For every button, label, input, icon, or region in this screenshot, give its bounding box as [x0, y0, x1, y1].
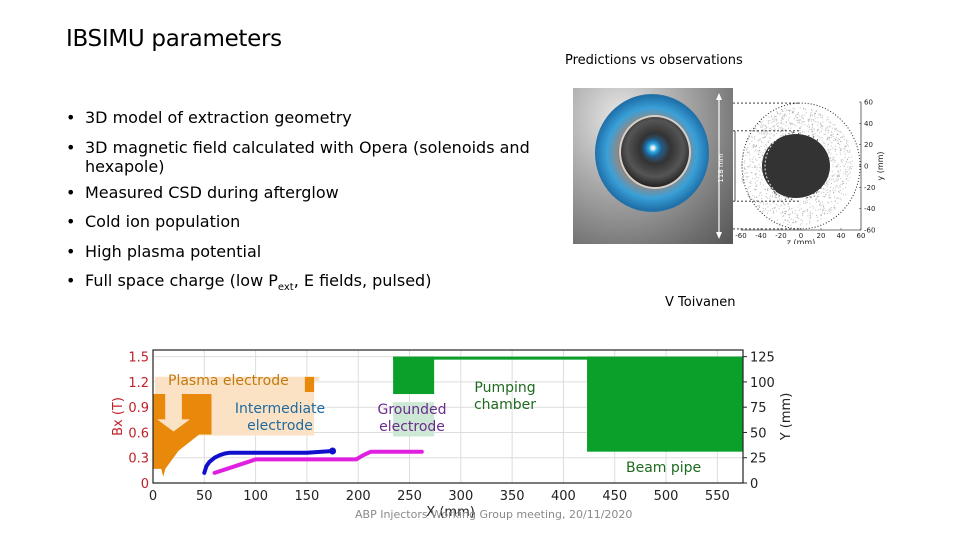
y-right-tick-label: 75 [750, 401, 767, 416]
y-tick-label: -40 [864, 205, 875, 213]
y-right-tick-label: 25 [750, 452, 767, 467]
bullet-item: Cold ion population [66, 212, 556, 231]
photo-dimension-overlay: 118 mm [716, 93, 725, 239]
x-tick-label: 450 [602, 489, 627, 504]
y-tick-label: 60 [864, 99, 873, 107]
x-tick-label: -60 [735, 232, 746, 240]
y-axis-label: y (mm) [876, 151, 885, 180]
label-outer: 118 mm [717, 153, 725, 182]
x-tick-label: 20 [817, 232, 826, 240]
x-tick-label: 150 [294, 489, 319, 504]
x-tick-label: 400 [551, 489, 576, 504]
y-right-tick-label: 50 [750, 426, 767, 441]
bullet-item: Measured CSD during afterglow [66, 183, 556, 202]
y-right-tick-label: 125 [750, 351, 775, 366]
y-right-tick-label: 100 [750, 376, 775, 391]
x-tick-label: 250 [397, 489, 422, 504]
label-intermediate-electrode: Intermediate electrode [234, 401, 326, 434]
y-right-axis-label: Y (mm) [779, 393, 794, 442]
y-left-tick-label: 0.3 [128, 452, 149, 467]
label-grounded-electrode: Grounded electrode [377, 402, 447, 435]
x-tick-label: 550 [705, 489, 730, 504]
region-plasma-electrode-tab [304, 376, 315, 393]
label-beam-pipe: Beam pipe [626, 460, 702, 476]
x-tick-label: 350 [500, 489, 525, 504]
bullet-item: High plasma potential [66, 242, 556, 261]
y-tick-label: 40 [864, 120, 873, 128]
y-left-tick-label: 1.2 [128, 376, 149, 391]
bullet-item: Full space charge (low Pext, E fields, p… [66, 271, 556, 297]
x-tick-label: 200 [346, 489, 371, 504]
x-tick-label: 500 [654, 489, 679, 504]
x-tick-label: 100 [243, 489, 268, 504]
author-credit: V Toivanen [665, 295, 736, 310]
x-tick-label: 40 [837, 232, 846, 240]
slide-title: IBSIMU parameters [66, 26, 282, 52]
y-left-tick-label: 0.9 [128, 401, 149, 416]
series-end-marker [329, 447, 337, 455]
figure-subheading: Predictions vs observations [565, 53, 743, 68]
x-tick-label: -40 [755, 232, 766, 240]
bullet-item: 3D magnetic field calculated with Opera … [66, 138, 556, 176]
y-tick-label: 0 [864, 163, 868, 171]
y-right-tick-label: 0 [750, 477, 758, 492]
label-pumping-chamber: Pumping chamber [473, 380, 537, 413]
y-tick-label: -20 [864, 184, 875, 192]
label-plasma-electrode: Plasma electrode [168, 373, 289, 389]
field-geometry-chart: 0 50 100 150 200 250 300 350 400 450 500 550 0 0.3 0.6… [100, 340, 800, 530]
label-inner: 66 mm [733, 155, 734, 176]
arrow-up-icon [716, 93, 722, 100]
x-tick-label: -20 [775, 232, 786, 240]
beam-scatter-plot: -60 -40 -20 0 20 40 606040200-20-40-60z (mm)y … [733, 99, 885, 244]
footer-text: ABP Injectors Working Group meeting, 20/… [355, 508, 633, 521]
x-tick-label: 50 [196, 489, 213, 504]
y-left-tick-label: 0.6 [128, 426, 149, 441]
y-tick-label: 20 [864, 141, 873, 149]
y-tick-label: -60 [864, 227, 875, 235]
x-tick-label: 0 [149, 489, 157, 504]
x-axis-label: z (mm) [787, 238, 816, 244]
bullet-item: 3D model of extraction geometry [66, 108, 556, 127]
region-grounded-electrode [393, 356, 435, 395]
arrow-down-icon [716, 232, 722, 239]
y-left-axis-label: Bx (T) [111, 397, 126, 436]
electrode-photo: 118 mm [573, 88, 733, 244]
bullet-list: 3D model of extraction geometry 3D magne… [66, 108, 556, 308]
y-left-tick-label: 1.5 [128, 351, 149, 366]
y-left-tick-label: 0 [141, 477, 149, 492]
x-tick-label: 300 [448, 489, 473, 504]
region-beam-pipe [587, 356, 743, 452]
